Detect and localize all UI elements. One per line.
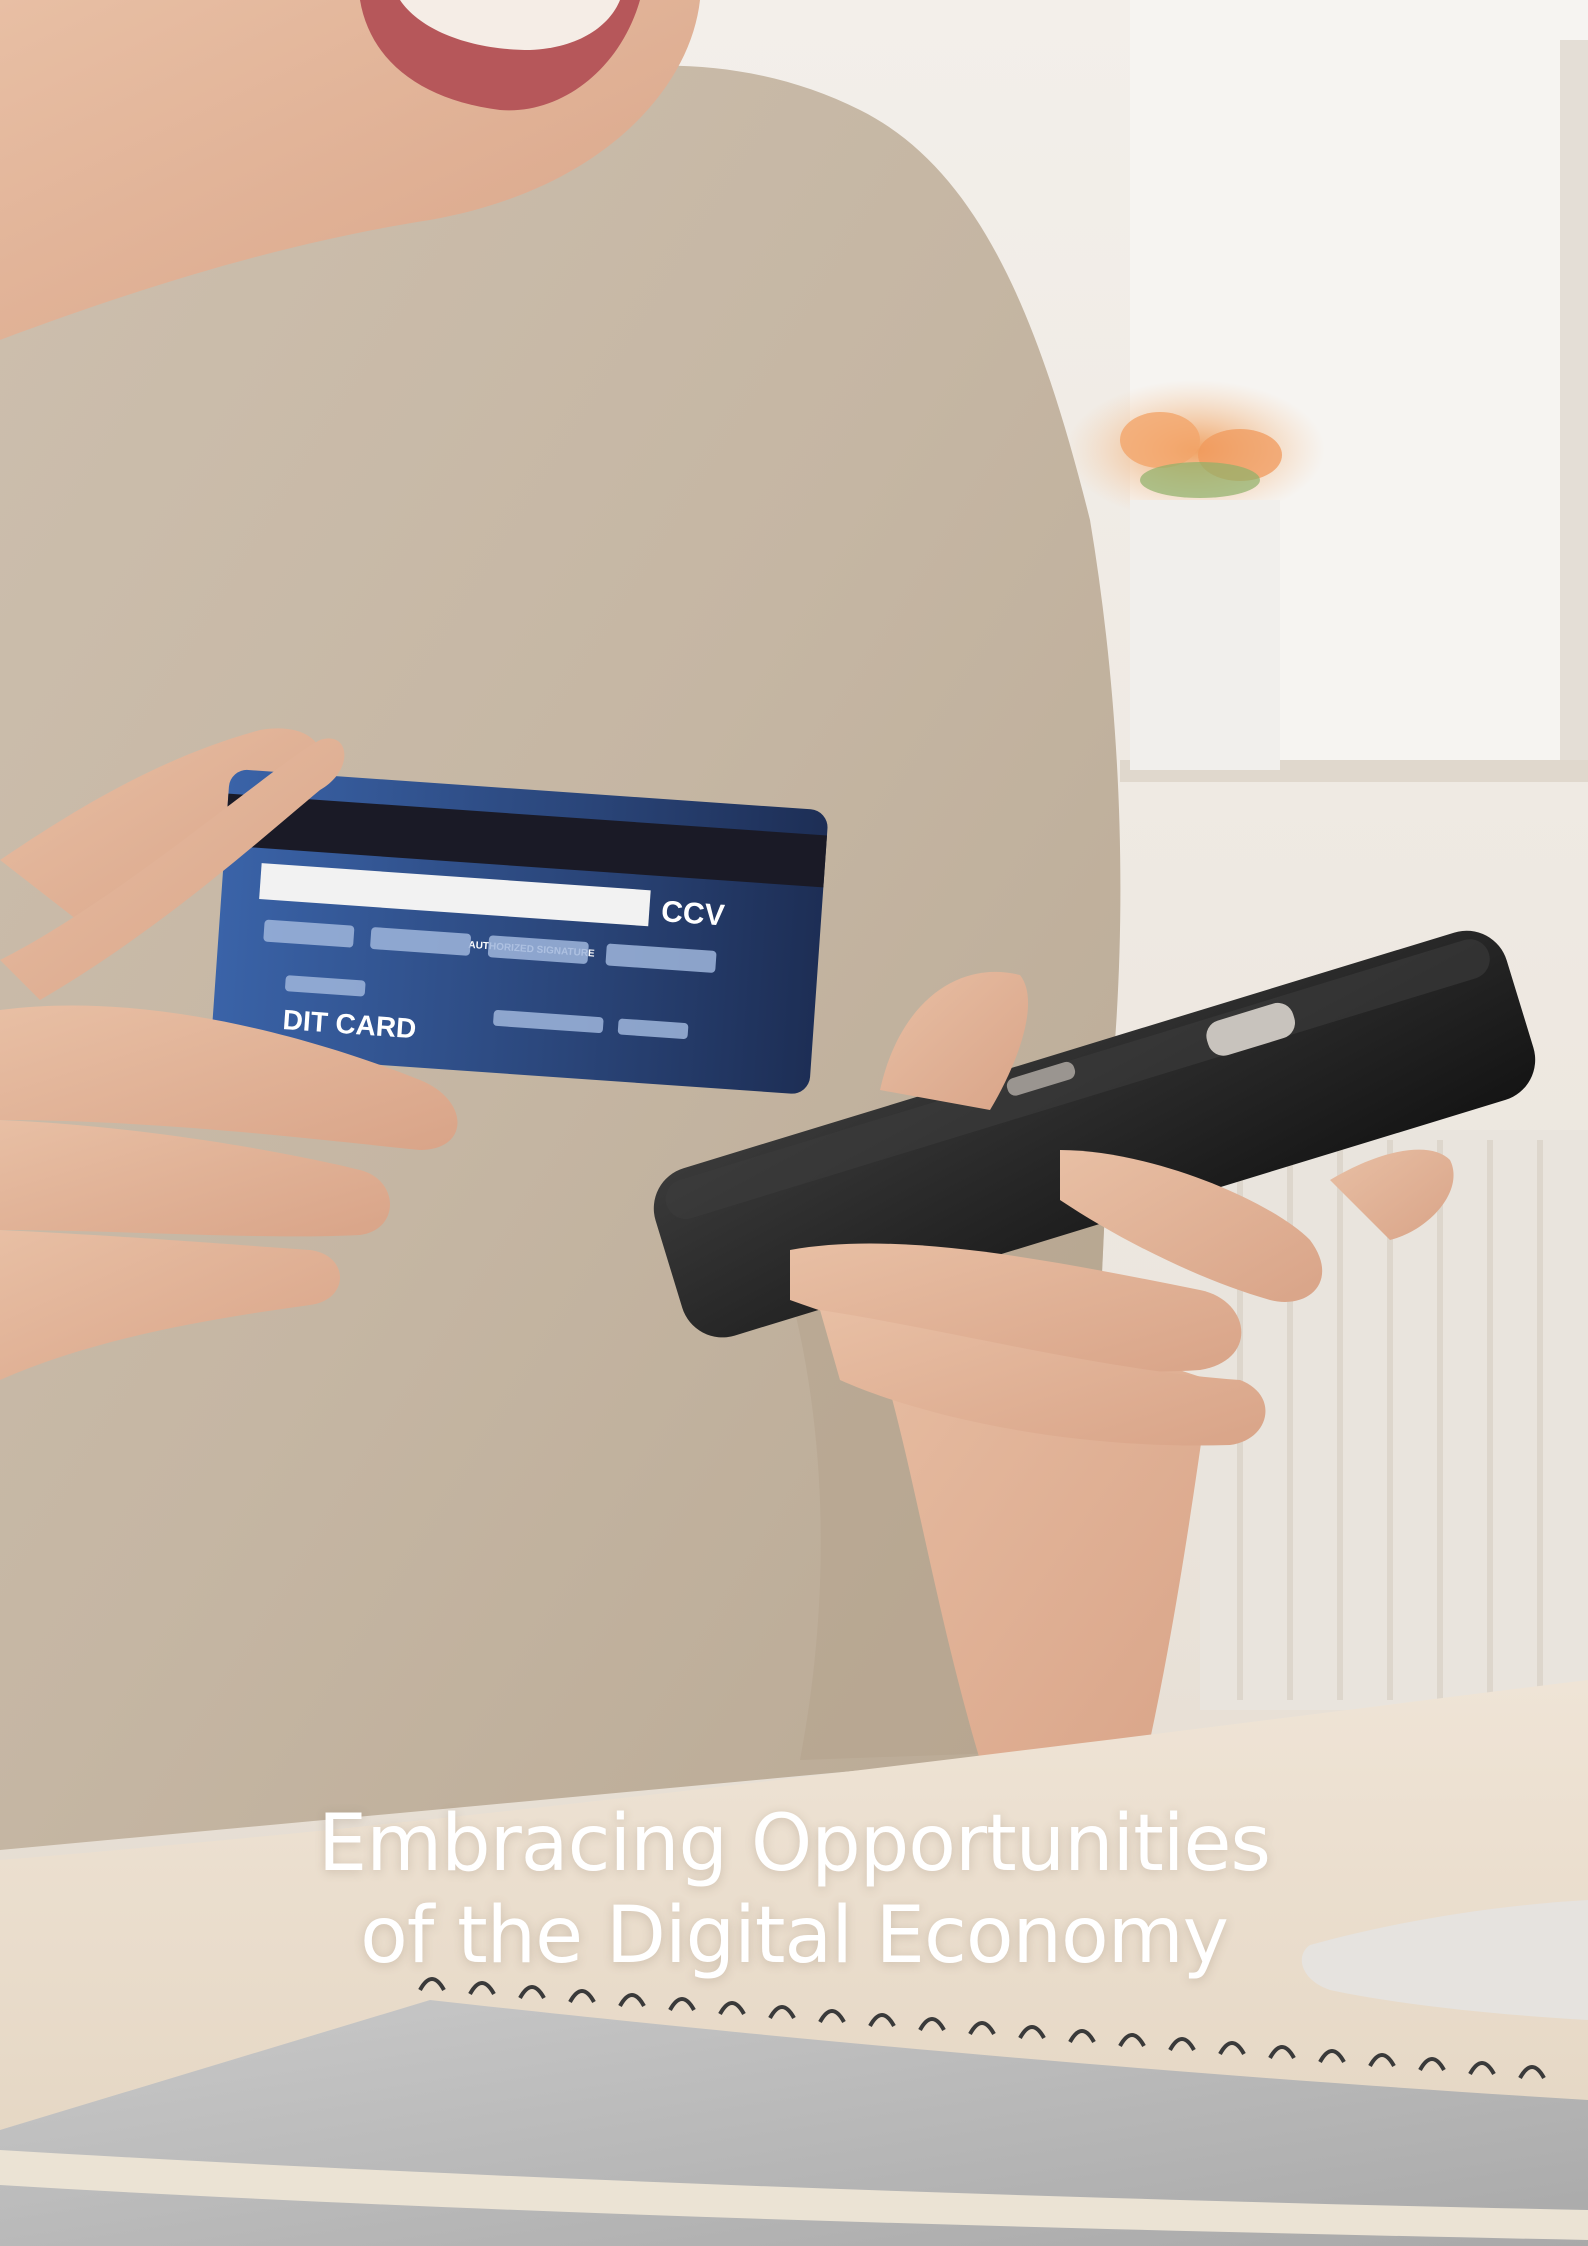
cover-title: Embracing Opportunities of the Digital E… (0, 1798, 1588, 1982)
cover-title-line-1: Embracing Opportunities (317, 1799, 1271, 1889)
card-security-code-label: CCV (660, 895, 725, 932)
cover-page: AUTHORIZED SIGNATURE CCV DIT CARD (0, 0, 1588, 2246)
cover-title-line-2: of the Digital Economy (360, 1891, 1229, 1981)
window-frame (1560, 40, 1588, 780)
